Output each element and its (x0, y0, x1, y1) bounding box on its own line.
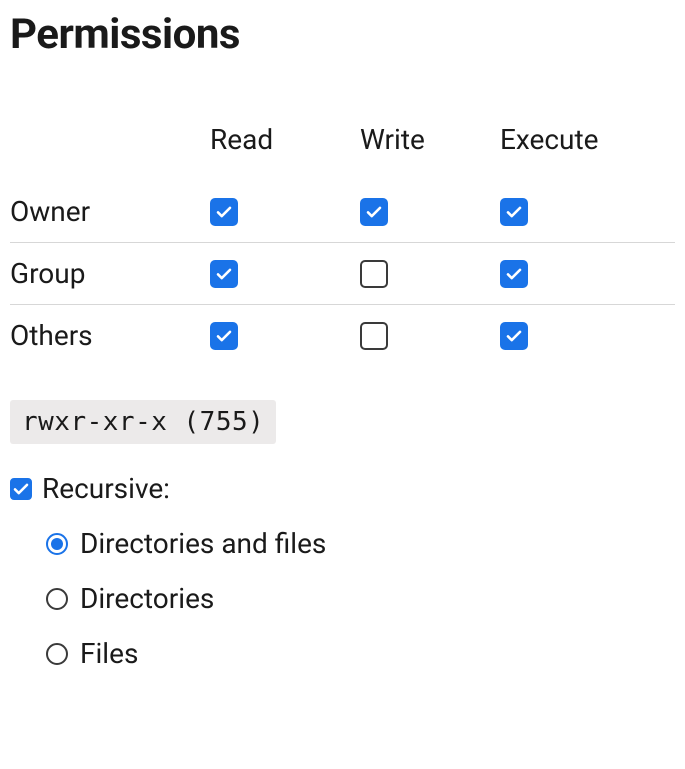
recursive-option-radio[interactable] (46, 533, 68, 555)
col-header-read: Read (210, 109, 360, 181)
table-row: Owner (10, 181, 675, 243)
recursive-option-label: Directories (80, 582, 214, 615)
perm-others-execute-checkbox[interactable] (500, 322, 528, 350)
recursive-checkbox[interactable] (10, 478, 32, 500)
perm-owner-read-checkbox[interactable] (210, 198, 238, 226)
row-label: Others (10, 305, 210, 367)
col-header-execute: Execute (500, 109, 675, 181)
recursive-option-radio[interactable] (46, 643, 68, 665)
page-title: Permissions (10, 10, 675, 59)
perm-others-write-checkbox[interactable] (360, 322, 388, 350)
recursive-option-label: Files (80, 637, 138, 670)
perm-group-execute-checkbox[interactable] (500, 260, 528, 288)
perm-owner-execute-checkbox[interactable] (500, 198, 528, 226)
recursive-option-label: Directories and files (80, 527, 326, 560)
perm-group-write-checkbox[interactable] (360, 260, 388, 288)
perm-group-read-checkbox[interactable] (210, 260, 238, 288)
row-label: Group (10, 243, 210, 305)
table-row: Others (10, 305, 675, 367)
col-header-write: Write (360, 109, 500, 181)
row-label: Owner (10, 181, 210, 243)
perm-others-read-checkbox[interactable] (210, 322, 238, 350)
mode-string: rwxr-xr-x (755) (10, 400, 276, 444)
perm-owner-write-checkbox[interactable] (360, 198, 388, 226)
permissions-table: Read Write Execute OwnerGroupOthers (10, 109, 675, 366)
recursive-option-radio[interactable] (46, 588, 68, 610)
recursive-label: Recursive: (42, 472, 170, 505)
table-row: Group (10, 243, 675, 305)
